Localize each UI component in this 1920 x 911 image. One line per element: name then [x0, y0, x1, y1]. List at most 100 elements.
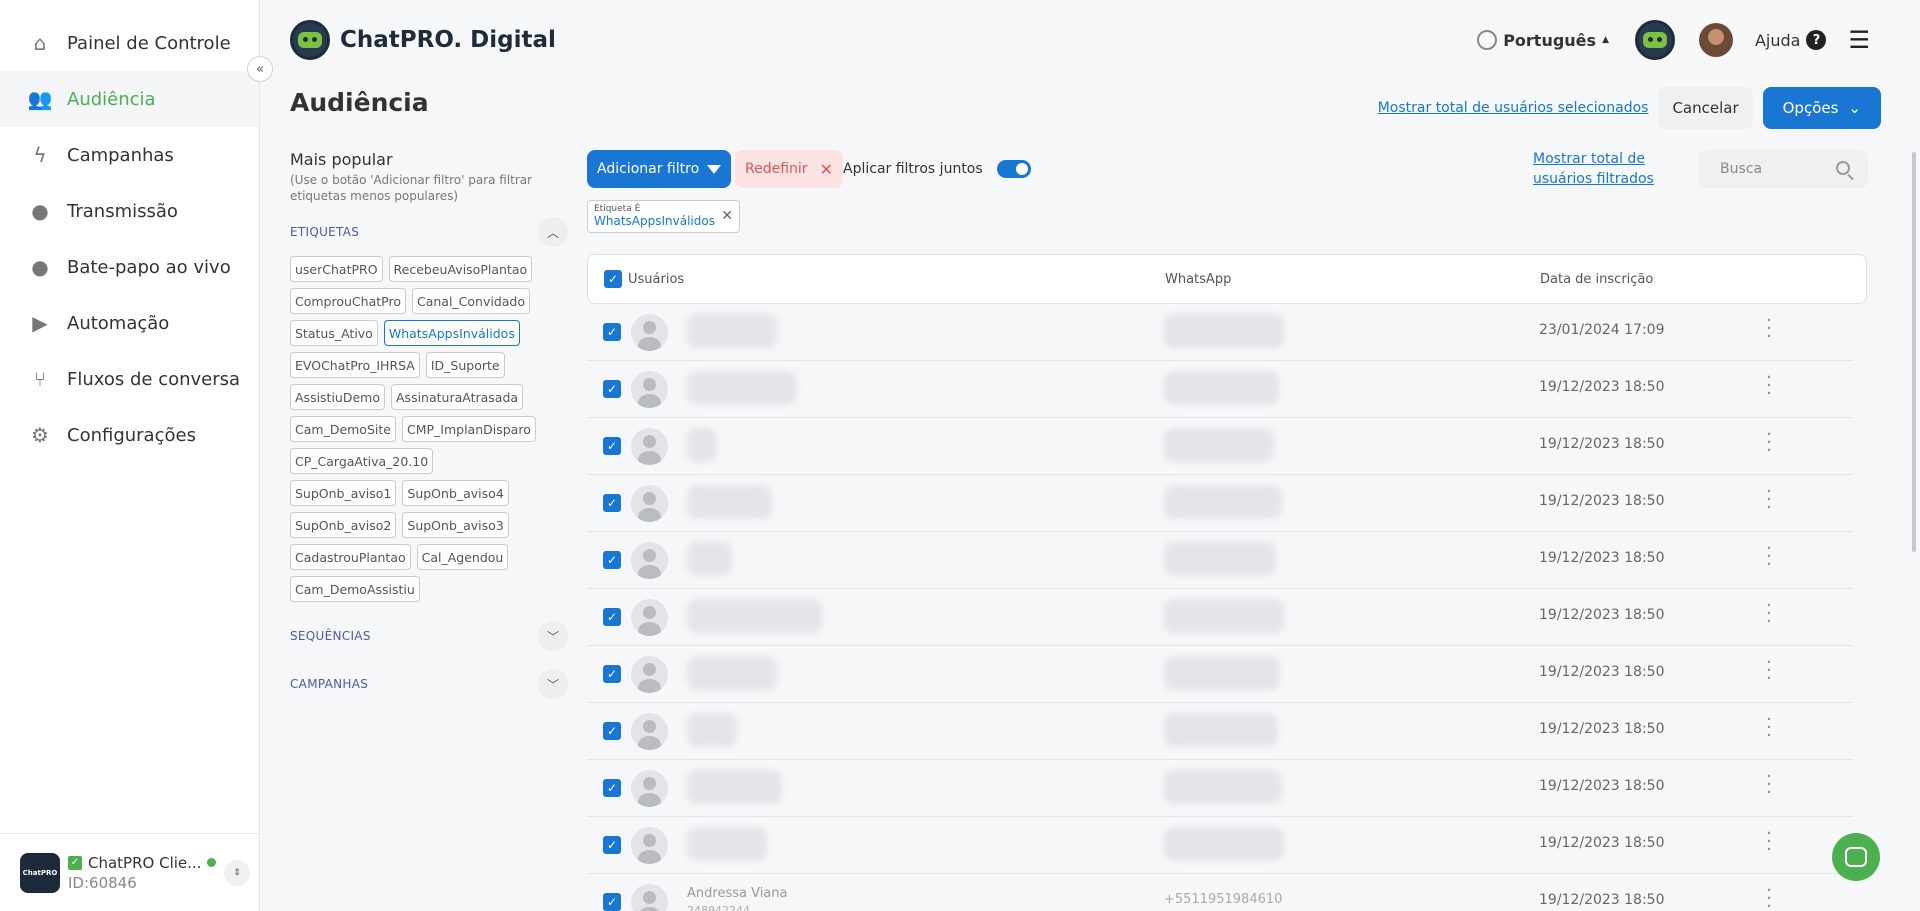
active-filter-chip[interactable]: Etiqueta É WhatsAppsInválidos ✕ — [587, 200, 740, 233]
row-menu-icon[interactable]: · · · — [1759, 654, 1779, 688]
row-checkbox[interactable]: ✓ — [603, 779, 621, 797]
tag-chip[interactable]: ComprouChatPro — [290, 288, 406, 314]
row-menu-icon[interactable]: · · · — [1759, 369, 1779, 403]
sidebar-item-label: Fluxos de conversa — [67, 368, 241, 390]
table-row[interactable]: ✓ 19/12/2023 18:50 · · · — [587, 646, 1853, 703]
table-row[interactable]: ✓ 23/01/2024 17:09 · · · — [587, 304, 1853, 361]
add-filter-button[interactable]: Adicionar filtro — [587, 150, 732, 188]
row-checkbox[interactable]: ✓ — [603, 380, 621, 398]
sidebar-item-painel-de-controle[interactable]: ⌂ Painel de Controle — [0, 15, 259, 71]
remove-filter-icon[interactable]: ✕ — [721, 208, 733, 224]
chevron-up-icon[interactable]: ︿ — [538, 217, 568, 247]
sidebar-item-automa-o[interactable]: ▶ Automação — [0, 295, 259, 351]
options-button[interactable]: Opções ⌄ — [1762, 87, 1881, 129]
row-menu-icon[interactable]: · · · — [1759, 882, 1779, 911]
tag-chip[interactable]: AssistiuDemo — [290, 384, 385, 410]
cancel-button[interactable]: Cancelar — [1658, 87, 1753, 129]
show-total-filtered-link[interactable]: Mostrar total de usuários filtrados — [1533, 149, 1673, 189]
subscription-date: 19/12/2023 18:50 — [1539, 778, 1665, 794]
tag-chip[interactable]: SupOnb_aviso3 — [402, 512, 509, 538]
row-checkbox[interactable]: ✓ — [603, 722, 621, 740]
account-switcher[interactable]: ChatPRO ✓ ChatPRO Clie... ID:60846 ⇕ — [0, 833, 259, 911]
sidebar-item-label: Transmissão — [67, 200, 178, 222]
tag-chip[interactable]: EVOChatPro_IHRSA — [290, 352, 420, 378]
tag-chip[interactable]: Cam_DemoAssistiu — [290, 576, 420, 602]
user-avatar-icon — [631, 599, 668, 636]
row-menu-icon[interactable]: · · · — [1759, 540, 1779, 574]
account-name-row: ✓ ChatPRO Clie... — [68, 854, 218, 872]
page-scrollbar[interactable] — [1912, 152, 1916, 552]
table-row[interactable]: ✓ 19/12/2023 18:50 · · · — [587, 760, 1853, 817]
table-row[interactable]: ✓ 19/12/2023 18:50 · · · — [587, 589, 1853, 646]
sidebar-item-configura-es[interactable]: ⚙ Configurações — [0, 407, 259, 463]
user-name[interactable]: Andressa Viana — [687, 886, 787, 901]
tag-chip[interactable]: SupOnb_aviso2 — [290, 512, 397, 538]
row-checkbox[interactable]: ✓ — [603, 494, 621, 512]
collapse-sidebar-button[interactable]: « — [247, 56, 273, 82]
sequences-section-header[interactable]: SEQUÊNCIAS ﹀ — [290, 621, 568, 651]
sidebar-item-transmiss-o[interactable]: ● Transmissão — [0, 183, 259, 239]
sidebar-item-bate-papo-ao-vivo[interactable]: ● Bate-papo ao vivo — [0, 239, 259, 295]
user-avatar[interactable] — [1698, 23, 1733, 57]
tags-section-header[interactable]: ETIQUETAS ︿ — [290, 217, 568, 247]
subscription-date: 19/12/2023 18:50 — [1539, 664, 1665, 680]
tag-chip[interactable]: Cam_DemoSite — [290, 416, 396, 442]
row-checkbox[interactable]: ✓ — [603, 437, 621, 455]
hamburger-menu-icon[interactable]: ☰ — [1848, 26, 1870, 54]
table-row[interactable]: ✓ 19/12/2023 18:50 · · · — [587, 703, 1853, 760]
row-menu-icon[interactable]: · · · — [1759, 825, 1779, 859]
row-menu-icon[interactable]: · · · — [1759, 597, 1779, 631]
row-checkbox[interactable]: ✓ — [603, 551, 621, 569]
row-menu-icon[interactable]: · · · — [1759, 426, 1779, 460]
tag-chip[interactable]: userChatPRO — [290, 256, 383, 282]
help-button[interactable]: Ajuda ? — [1755, 30, 1827, 50]
broadcast-icon: ● — [31, 199, 49, 223]
row-menu-icon[interactable]: · · · — [1759, 711, 1779, 745]
table-row[interactable]: ✓ 19/12/2023 18:50 · · · — [587, 475, 1853, 532]
switch-account-icon[interactable]: ⇕ — [224, 859, 250, 886]
tag-chip[interactable]: SupOnb_aviso1 — [290, 480, 397, 506]
tag-chip[interactable]: ID_Suporte — [425, 352, 505, 378]
row-menu-icon[interactable]: · · · — [1759, 312, 1779, 346]
apply-together-toggle[interactable] — [996, 160, 1031, 178]
tag-chip[interactable]: WhatsAppsInválidos — [383, 320, 520, 346]
tag-chip[interactable]: RecebeuAvisoPlantao — [388, 256, 533, 282]
row-checkbox[interactable]: ✓ — [603, 836, 621, 854]
table-row[interactable]: ✓ 19/12/2023 18:50 · · · — [587, 817, 1853, 874]
table-row[interactable]: ✓ 19/12/2023 18:50 · · · — [587, 532, 1853, 589]
row-checkbox[interactable]: ✓ — [603, 608, 621, 626]
support-chat-button[interactable] — [1832, 833, 1880, 881]
show-total-selected-link[interactable]: Mostrar total de usuários selecionados — [1378, 100, 1649, 116]
user-avatar-icon — [631, 656, 668, 693]
tag-chip[interactable]: Status_Ativo — [290, 320, 378, 346]
language-selector[interactable]: Português ▲ — [1477, 30, 1609, 50]
chevron-down-icon[interactable]: ﹀ — [538, 621, 568, 651]
tag-chip[interactable]: Canal_Convidado — [411, 288, 531, 314]
bot-account-icon[interactable] — [1634, 20, 1675, 60]
campaigns-section-header[interactable]: CAMPANHAS ﹀ — [290, 669, 568, 699]
sidebar-item-campanhas[interactable]: ϟ Campanhas — [0, 127, 259, 183]
sidebar-item-fluxos-de-conversa[interactable]: ⑂ Fluxos de conversa — [0, 351, 259, 407]
chatpro-logo-icon — [290, 20, 330, 60]
search-input[interactable]: Busca — [1698, 150, 1868, 188]
row-checkbox[interactable]: ✓ — [603, 893, 621, 911]
row-menu-icon[interactable]: · · · — [1759, 483, 1779, 517]
tag-chip[interactable]: Cal_Agendou — [416, 544, 509, 570]
sidebar-item-label: Bate-papo ao vivo — [67, 256, 231, 278]
row-menu-icon[interactable]: · · · — [1759, 768, 1779, 802]
tag-chip[interactable]: CadastrouPlantao — [290, 544, 411, 570]
brand[interactable]: ChatPRO. Digital — [290, 20, 556, 60]
chevron-down-icon[interactable]: ﹀ — [538, 669, 568, 699]
tag-chip[interactable]: CP_CargaAtiva_20.10 — [290, 448, 434, 474]
reset-filters-button[interactable]: Redefinir ✕ — [735, 150, 843, 188]
table-row[interactable]: ✓ 19/12/2023 18:50 · · · — [587, 361, 1853, 418]
row-checkbox[interactable]: ✓ — [603, 665, 621, 683]
select-all-checkbox[interactable]: ✓ — [604, 270, 622, 288]
tag-chip[interactable]: SupOnb_aviso4 — [402, 480, 509, 506]
table-row[interactable]: ✓ Andressa Viana 248942244 +5511951984610 19… — [587, 874, 1853, 911]
tag-chip[interactable]: CMP_ImplanDisparo — [401, 416, 536, 442]
sidebar-item-audi-ncia[interactable]: 👥 Audiência — [0, 71, 259, 127]
tag-chip[interactable]: AssinaturaAtrasada — [391, 384, 524, 410]
table-row[interactable]: ✓ 19/12/2023 18:50 · · · — [587, 418, 1853, 475]
row-checkbox[interactable]: ✓ — [603, 323, 621, 341]
